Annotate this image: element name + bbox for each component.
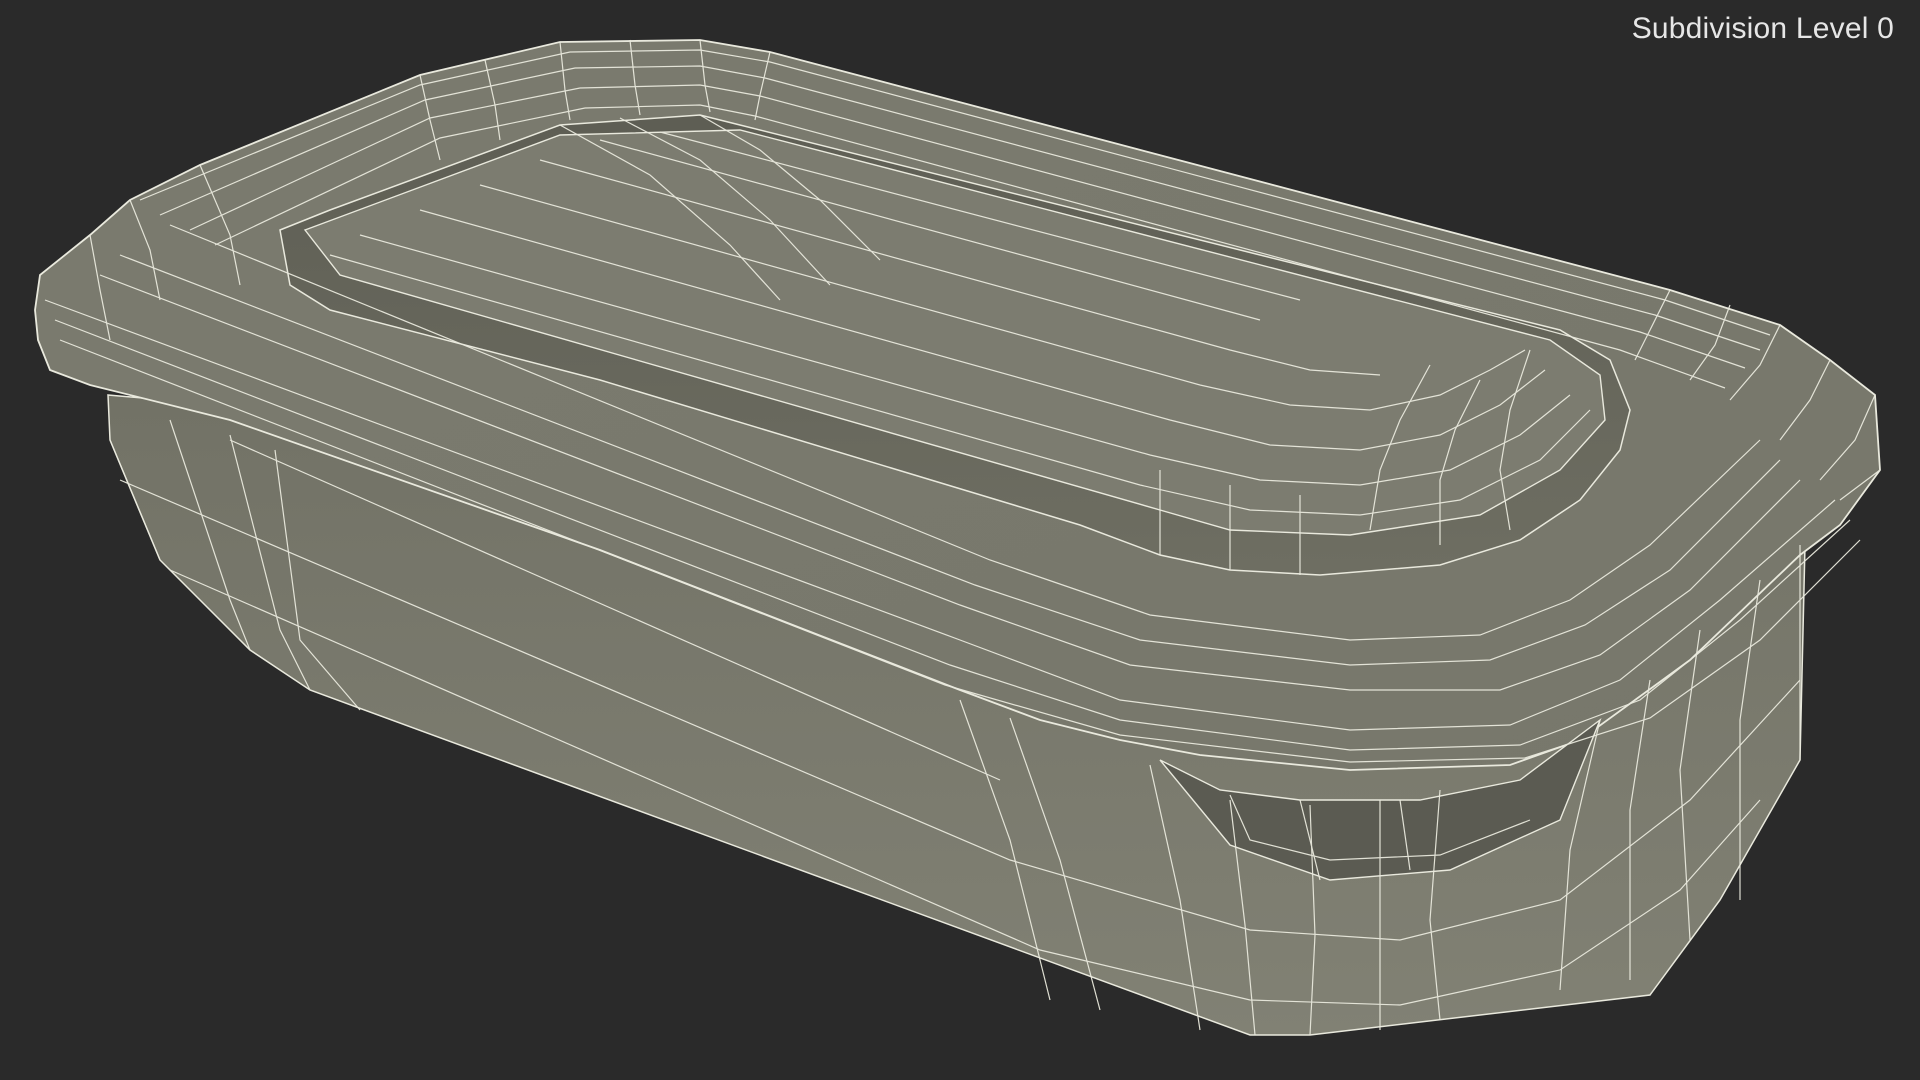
wireframe-tray-model	[34, 39, 1881, 1036]
render-viewport: Subdivision Level 0	[0, 0, 1920, 1080]
